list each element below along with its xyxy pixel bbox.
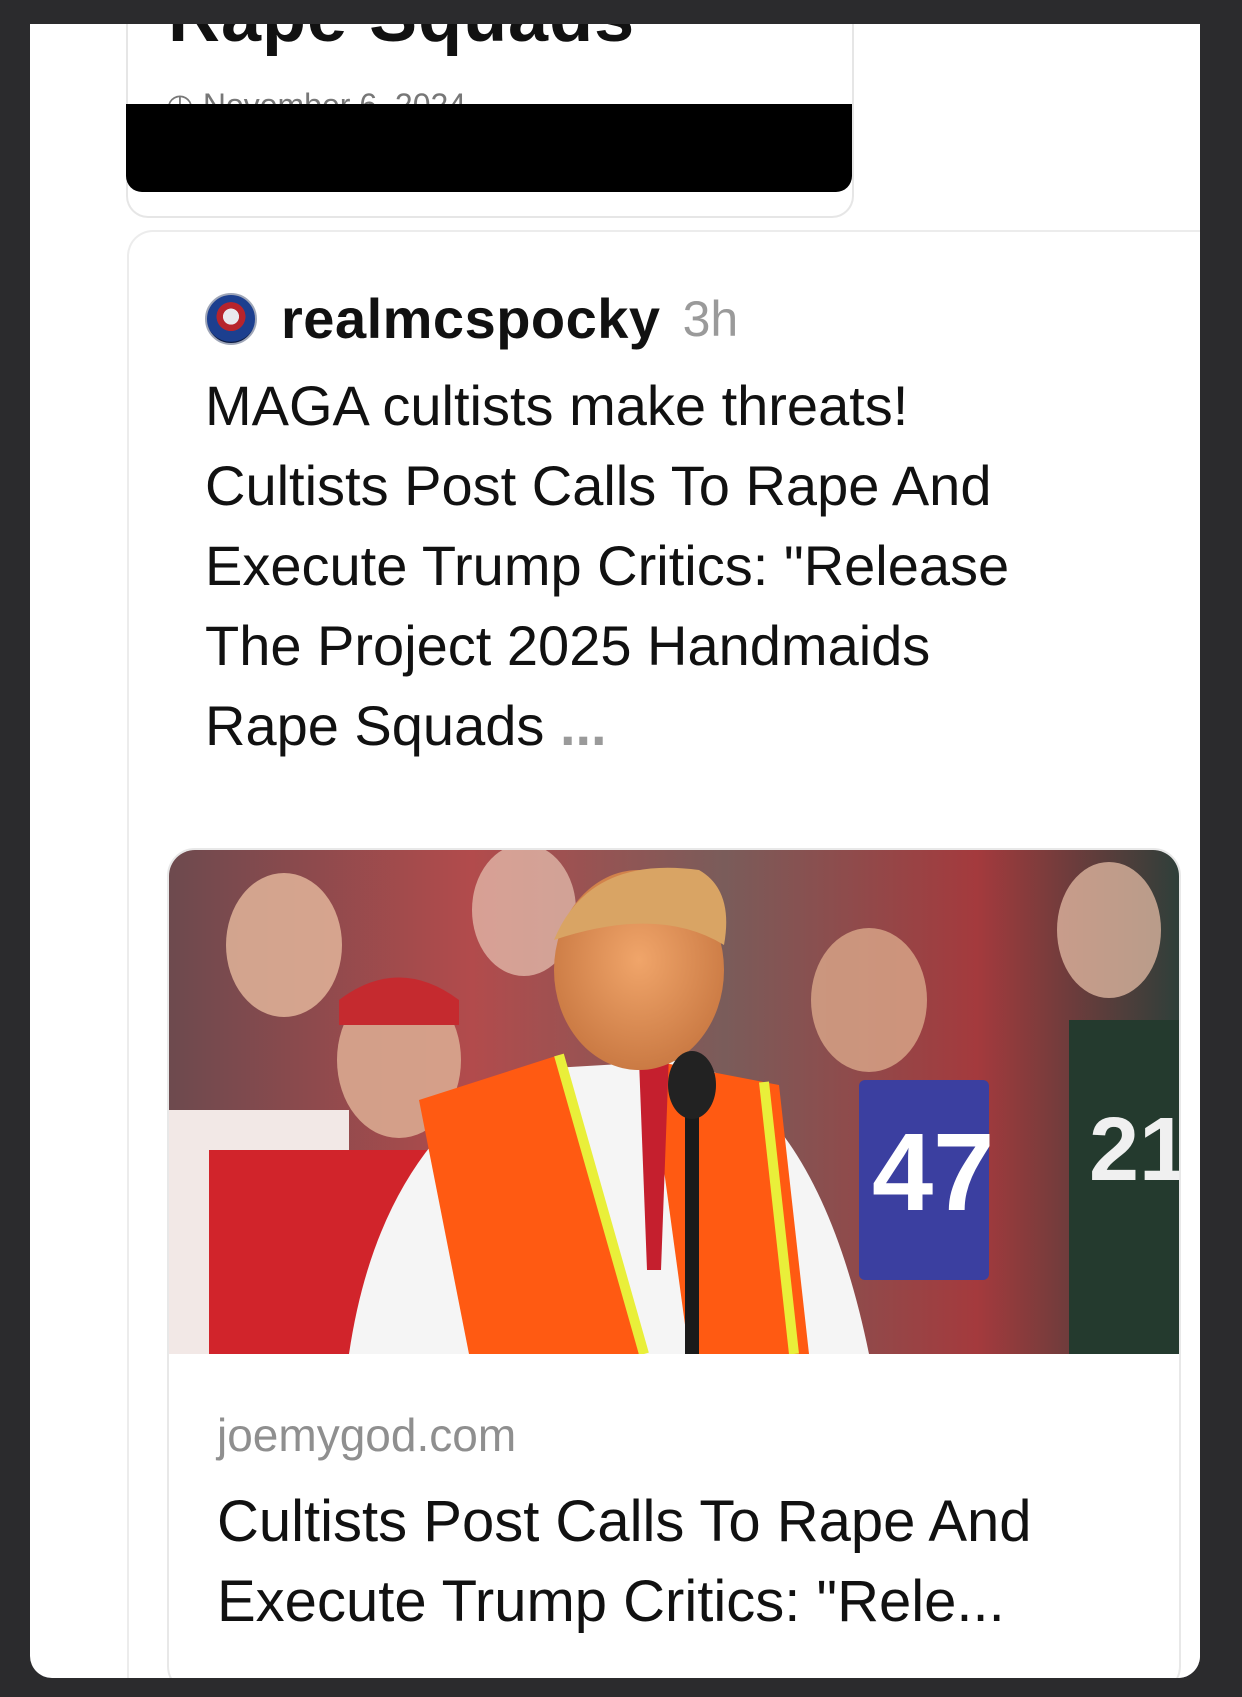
rally-sign-text: 47 [872, 1111, 994, 1234]
link-preview-card[interactable]: 47 21 joemygod.com Cultists Post Calls T… [167, 848, 1181, 1678]
link-domain: joemygod.com [217, 1409, 517, 1461]
redaction-bar [126, 104, 852, 192]
post-text: MAGA cultists make threats! Cultists Pos… [205, 366, 1105, 766]
link-title[interactable]: Cultists Post Calls To Rape And Execute … [217, 1482, 1137, 1642]
post-timestamp: 3h [682, 290, 739, 347]
previous-post-title: Rape Squads [168, 24, 635, 58]
post-header: realmcspocky 3h [205, 286, 738, 351]
avatar[interactable] [205, 292, 257, 345]
screen: Rape Squads ◷ November 6, 2024 realmcspo… [30, 24, 1200, 1678]
post-body: MAGA cultists make threats! Cultists Pos… [205, 374, 1010, 757]
preview-image: 47 21 [169, 850, 1179, 1354]
more-ellipsis[interactable]: ... [560, 694, 607, 757]
post-card[interactable]: realmcspocky 3h MAGA cultists make threa… [127, 230, 1200, 1678]
jersey-number-text: 21 [1089, 1100, 1179, 1200]
author-username[interactable]: realmcspocky [281, 286, 661, 351]
